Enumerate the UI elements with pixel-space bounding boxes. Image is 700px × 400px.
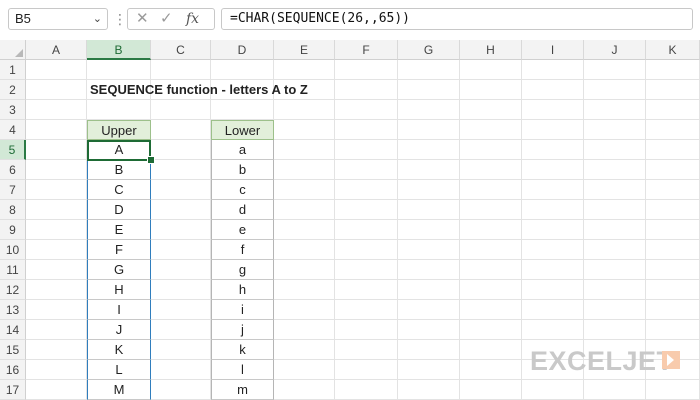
formula-input[interactable]: =CHAR(SEQUENCE(26,,65)) <box>221 8 693 30</box>
upper-cell[interactable]: H <box>87 280 151 300</box>
upper-cell[interactable]: G <box>87 260 151 280</box>
column-header-e[interactable]: E <box>274 40 335 60</box>
column-header-a[interactable]: A <box>26 40 87 60</box>
lower-cell[interactable]: i <box>211 300 274 320</box>
name-box[interactable]: B5 ⌄ <box>8 8 108 30</box>
exceljet-logo-icon <box>662 351 680 369</box>
lower-cell[interactable]: b <box>211 160 274 180</box>
lower-cell[interactable]: e <box>211 220 274 240</box>
enter-icon[interactable]: ✓ <box>160 10 173 28</box>
formula-bar-buttons: ✕ ✓ fx <box>127 8 215 30</box>
upper-cell[interactable]: M <box>87 380 151 400</box>
column-gridline <box>521 60 522 400</box>
upper-header-cell[interactable]: Upper <box>87 120 151 140</box>
name-box-value: B5 <box>15 11 31 26</box>
column-header-k[interactable]: K <box>646 40 700 60</box>
insert-function-icon[interactable]: fx <box>186 10 199 28</box>
sheet-title[interactable]: SEQUENCE function - letters A to Z <box>90 80 308 100</box>
upper-cell[interactable]: K <box>87 340 151 360</box>
column-header-c[interactable]: C <box>151 40 211 60</box>
upper-cell[interactable]: J <box>87 320 151 340</box>
row-header-16[interactable]: 16 <box>0 360 26 380</box>
lower-cell[interactable]: g <box>211 260 274 280</box>
row-header-14[interactable]: 14 <box>0 320 26 340</box>
lower-cell[interactable]: k <box>211 340 274 360</box>
row-header-5[interactable]: 5 <box>0 140 26 160</box>
upper-cell[interactable]: I <box>87 300 151 320</box>
upper-cell[interactable]: C <box>87 180 151 200</box>
row-header-4[interactable]: 4 <box>0 120 26 140</box>
lower-cell[interactable]: l <box>211 360 274 380</box>
row-header-13[interactable]: 13 <box>0 300 26 320</box>
lower-cell[interactable]: h <box>211 280 274 300</box>
column-header-d[interactable]: D <box>211 40 274 60</box>
upper-cell[interactable]: E <box>87 220 151 240</box>
fill-handle[interactable] <box>147 156 155 164</box>
row-header-11[interactable]: 11 <box>0 260 26 280</box>
upper-cell[interactable]: L <box>87 360 151 380</box>
column-header-j[interactable]: J <box>584 40 646 60</box>
upper-cell[interactable]: F <box>87 240 151 260</box>
column-gridline <box>459 60 460 400</box>
row-header-10[interactable]: 10 <box>0 240 26 260</box>
column-header-g[interactable]: G <box>398 40 460 60</box>
row-header-1[interactable]: 1 <box>0 60 26 80</box>
more-options-icon[interactable]: ⋮ <box>113 9 127 29</box>
upper-cell[interactable]: B <box>87 160 151 180</box>
row-header-12[interactable]: 12 <box>0 280 26 300</box>
row-header-17[interactable]: 17 <box>0 380 26 400</box>
column-header-b[interactable]: B <box>87 40 151 60</box>
chevron-down-icon[interactable]: ⌄ <box>93 9 102 29</box>
column-gridline <box>334 60 335 400</box>
lower-cell[interactable]: a <box>211 140 274 160</box>
lower-cell[interactable]: j <box>211 320 274 340</box>
row-header-15[interactable]: 15 <box>0 340 26 360</box>
upper-cell[interactable]: D <box>87 200 151 220</box>
lower-cell[interactable]: d <box>211 200 274 220</box>
upper-cell[interactable]: A <box>87 140 151 160</box>
row-header-8[interactable]: 8 <box>0 200 26 220</box>
lower-cell[interactable]: c <box>211 180 274 200</box>
select-all-button[interactable] <box>0 40 26 60</box>
lower-cell[interactable]: m <box>211 380 274 400</box>
column-header-f[interactable]: F <box>335 40 398 60</box>
cancel-icon[interactable]: ✕ <box>136 10 149 28</box>
column-header-h[interactable]: H <box>460 40 522 60</box>
lower-cell[interactable]: f <box>211 240 274 260</box>
row-header-7[interactable]: 7 <box>0 180 26 200</box>
row-header-9[interactable]: 9 <box>0 220 26 240</box>
column-gridline <box>397 60 398 400</box>
row-header-2[interactable]: 2 <box>0 80 26 100</box>
exceljet-watermark: EXCELJET <box>530 346 674 376</box>
row-header-6[interactable]: 6 <box>0 160 26 180</box>
lower-header-cell[interactable]: Lower <box>211 120 274 140</box>
row-header-3[interactable]: 3 <box>0 100 26 120</box>
column-header-i[interactable]: I <box>522 40 584 60</box>
formula-bar: B5 ⌄ ⋮ ✕ ✓ fx =CHAR(SEQUENCE(26,,65)) <box>0 0 700 41</box>
